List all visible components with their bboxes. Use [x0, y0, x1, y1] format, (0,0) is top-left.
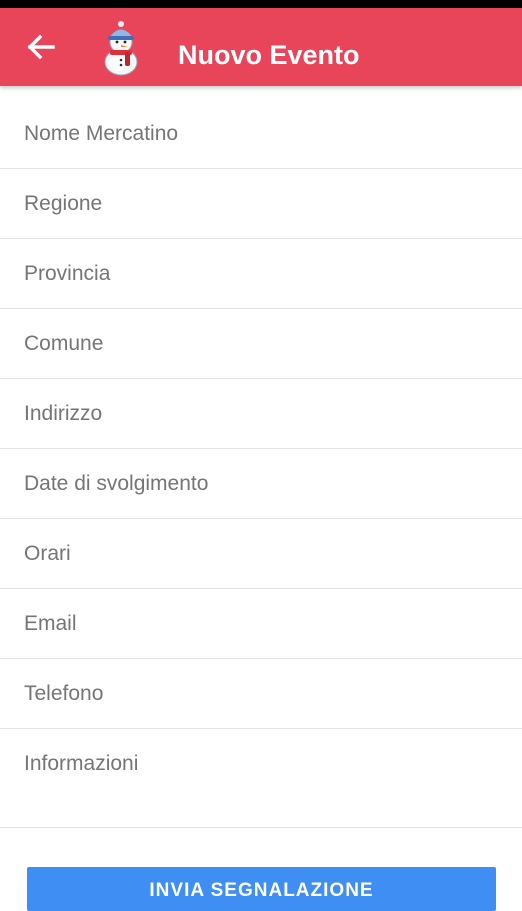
back-button[interactable] — [24, 32, 58, 62]
date-svolgimento-input[interactable] — [0, 449, 522, 519]
regione-input[interactable] — [0, 169, 522, 239]
form-row-indirizzo — [0, 379, 522, 449]
snowman-icon — [96, 18, 146, 78]
form-row-orari — [0, 519, 522, 589]
indirizzo-input[interactable] — [0, 379, 522, 449]
event-form — [0, 99, 522, 828]
orari-input[interactable] — [0, 519, 522, 589]
form-row-nome-mercatino — [0, 99, 522, 169]
arrow-left-icon — [27, 34, 55, 60]
form-row-date — [0, 449, 522, 519]
provincia-input[interactable] — [0, 239, 522, 309]
comune-input[interactable] — [0, 309, 522, 379]
status-bar — [0, 0, 522, 8]
form-row-email — [0, 589, 522, 659]
form-row-comune — [0, 309, 522, 379]
nome-mercatino-input[interactable] — [0, 99, 522, 169]
submit-button[interactable]: INVIA SEGNALAZIONE — [27, 867, 496, 911]
telefono-input[interactable] — [0, 659, 522, 729]
app-bar: Nuovo Evento — [0, 8, 522, 86]
page-title: Nuovo Evento — [178, 40, 360, 70]
form-row-telefono — [0, 659, 522, 729]
form-row-informazioni — [0, 729, 522, 828]
email-input[interactable] — [0, 589, 522, 659]
informazioni-input[interactable] — [0, 729, 522, 799]
form-row-regione — [0, 169, 522, 239]
form-row-provincia — [0, 239, 522, 309]
